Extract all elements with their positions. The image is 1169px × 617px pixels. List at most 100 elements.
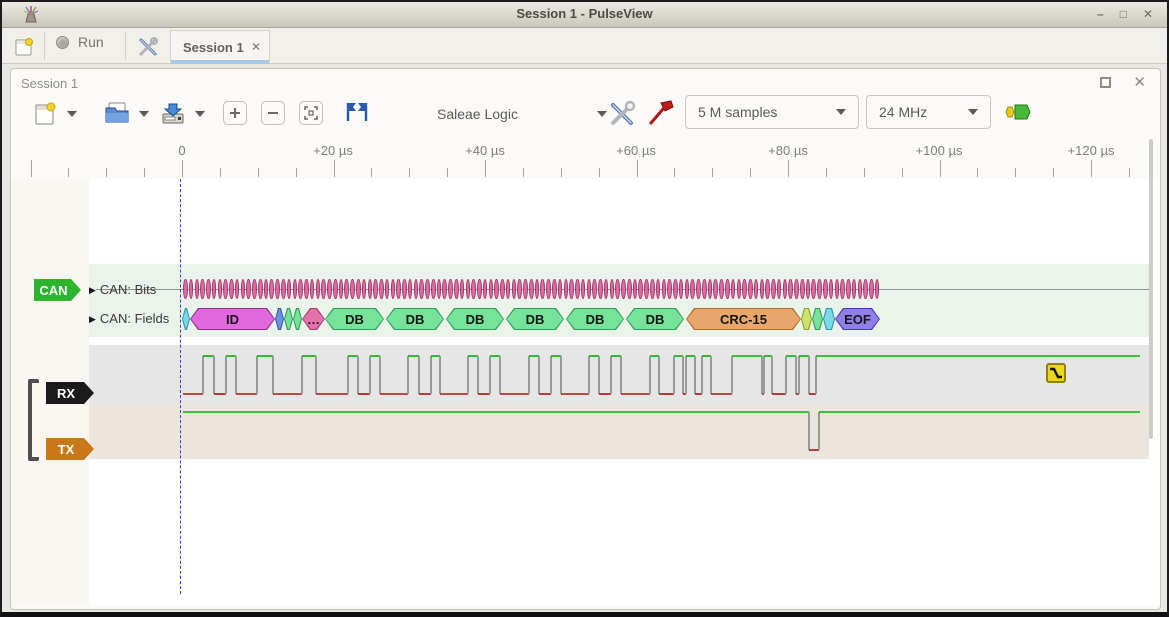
can-bit-annotation: [483, 279, 488, 299]
can-field-annotation[interactable]: DB: [325, 308, 384, 330]
session-restore-icon[interactable]: [1100, 77, 1111, 88]
zoom-fit-button[interactable]: [299, 101, 323, 125]
can-field-annotation-db[interactable]: DB: [387, 309, 443, 329]
channel-tag-rx[interactable]: RX: [46, 382, 94, 404]
vertical-scrollbar[interactable]: [1149, 139, 1153, 439]
can-field-annotation[interactable]: [802, 309, 811, 329]
minimize-icon[interactable]: –: [1097, 7, 1104, 21]
can-field-annotation-db[interactable]: DB: [567, 309, 623, 329]
can-bit-annotation: [869, 279, 874, 299]
sample-count-select[interactable]: 5 M samples: [685, 95, 859, 129]
titlebar[interactable]: Session 1 - PulseView – □ ✕: [2, 2, 1167, 28]
can-field-annotation[interactable]: CRC-15: [686, 308, 801, 330]
save-button[interactable]: [159, 100, 187, 126]
can-bit-annotation: [523, 279, 528, 299]
can-bit-annotation: [708, 279, 713, 299]
channels-button[interactable]: [647, 99, 675, 127]
can-field-annotation-id[interactable]: ID: [191, 309, 274, 329]
can-bit-annotation: [667, 279, 672, 299]
can-bit-annotation: [696, 279, 701, 299]
device-config-button[interactable]: [607, 99, 637, 127]
ruler-minor-tick: [523, 168, 524, 177]
can-bit-annotation: [448, 279, 453, 299]
can-bit-annotation: [195, 279, 200, 299]
can-bit-annotation: [621, 279, 626, 299]
can-bit-annotation: [489, 279, 494, 299]
time-zero-cursor[interactable]: [180, 179, 181, 594]
sample-rate-select[interactable]: 24 MHz: [866, 95, 991, 129]
decoder-row-bits[interactable]: ▶CAN: Bits: [89, 282, 156, 297]
zoom-out-button[interactable]: [261, 101, 285, 125]
tab-close-icon[interactable]: ✕: [251, 40, 261, 54]
ruler-minor-tick: [68, 168, 69, 177]
can-bit-annotation: [269, 279, 274, 299]
can-bit-annotation: [356, 279, 361, 299]
new-file-button[interactable]: [33, 101, 57, 127]
can-field-annotation[interactable]: [813, 309, 822, 329]
open-button[interactable]: [103, 100, 131, 126]
save-dropdown[interactable]: [195, 111, 205, 117]
maximize-icon[interactable]: □: [1120, 7, 1127, 21]
tab-session-1[interactable]: Session 1 ✕: [170, 30, 270, 64]
can-bit-annotation: [466, 279, 471, 299]
new-session-icon: [14, 37, 34, 57]
can-bit-annotation: [794, 279, 799, 299]
open-dropdown[interactable]: [139, 111, 149, 117]
can-field-annotation[interactable]: DB: [566, 308, 624, 330]
can-field-annotation[interactable]: ID: [190, 308, 275, 330]
can-field-annotation[interactable]: [294, 309, 301, 329]
can-field-annotation[interactable]: EOF: [835, 308, 880, 330]
can-bit-annotation: [460, 279, 465, 299]
channel-tag-tx[interactable]: TX: [46, 438, 94, 460]
can-field-annotation-eof[interactable]: EOF: [836, 309, 879, 329]
timeline-ruler[interactable]: 0+20 µs+40 µs+60 µs+80 µs+100 µs+120 µs: [11, 141, 1160, 179]
session-close-icon[interactable]: ✕: [1133, 75, 1146, 90]
new-session-button[interactable]: [12, 35, 36, 59]
new-file-dropdown[interactable]: [67, 111, 77, 117]
zoom-in-button[interactable]: [223, 101, 247, 125]
can-bit-annotation: [287, 279, 292, 299]
can-field-annotation[interactable]: [824, 309, 834, 329]
can-field-annotation[interactable]: [285, 309, 292, 329]
can-bit-annotation: [339, 279, 344, 299]
can-bit-annotation: [817, 279, 822, 299]
device-select[interactable]: Saleae Logic: [437, 97, 607, 131]
can-bit-annotation: [765, 279, 770, 299]
rx-row-background: [89, 345, 1149, 402]
ruler-major-tick: [1091, 160, 1092, 177]
decoder-tag-can[interactable]: CAN: [34, 279, 81, 301]
ruler-minor-tick: [220, 168, 221, 177]
can-field-annotation[interactable]: [276, 309, 283, 329]
can-field-annotation-crc-15[interactable]: CRC-15: [687, 309, 800, 329]
toolbar-separator: [44, 32, 45, 60]
can-bit-annotation: [183, 279, 188, 299]
can-bit-annotation: [264, 279, 269, 299]
trigger-marker-button[interactable]: [1046, 363, 1066, 383]
run-button[interactable]: Run: [56, 34, 104, 50]
ruler-label: +80 µs: [768, 143, 808, 158]
settings-button[interactable]: [136, 35, 160, 59]
trace-view[interactable]: CAN ▶CAN: Bits ▶CAN: Fields ID…DBDBDBDBD…: [12, 179, 1160, 605]
show-cursors-button[interactable]: [343, 101, 371, 125]
can-field-annotation-db[interactable]: DB: [326, 309, 383, 329]
expand-arrow-icon[interactable]: ▶: [89, 285, 96, 295]
ruler-minor-tick: [447, 168, 448, 177]
ruler-minor-tick: [902, 168, 903, 177]
can-bit-annotation: [293, 279, 298, 299]
decoder-row-fields[interactable]: ▶CAN: Fields: [89, 311, 169, 326]
can-bit-annotation: [679, 279, 684, 299]
can-field-annotation-db[interactable]: DB: [627, 309, 683, 329]
add-decoder-button[interactable]: [1005, 103, 1033, 121]
can-field-annotation[interactable]: DB: [446, 308, 504, 330]
can-bit-annotation: [702, 279, 707, 299]
close-icon[interactable]: ✕: [1143, 7, 1153, 21]
ruler-major-tick: [637, 160, 638, 177]
can-bit-annotation: [477, 279, 482, 299]
can-bit-annotation: [362, 279, 367, 299]
can-field-annotation[interactable]: DB: [506, 308, 564, 330]
can-field-annotation[interactable]: DB: [386, 308, 444, 330]
can-field-annotation-db[interactable]: DB: [447, 309, 503, 329]
expand-arrow-icon[interactable]: ▶: [89, 314, 96, 324]
can-field-annotation[interactable]: DB: [626, 308, 684, 330]
can-field-annotation-db[interactable]: DB: [507, 309, 563, 329]
